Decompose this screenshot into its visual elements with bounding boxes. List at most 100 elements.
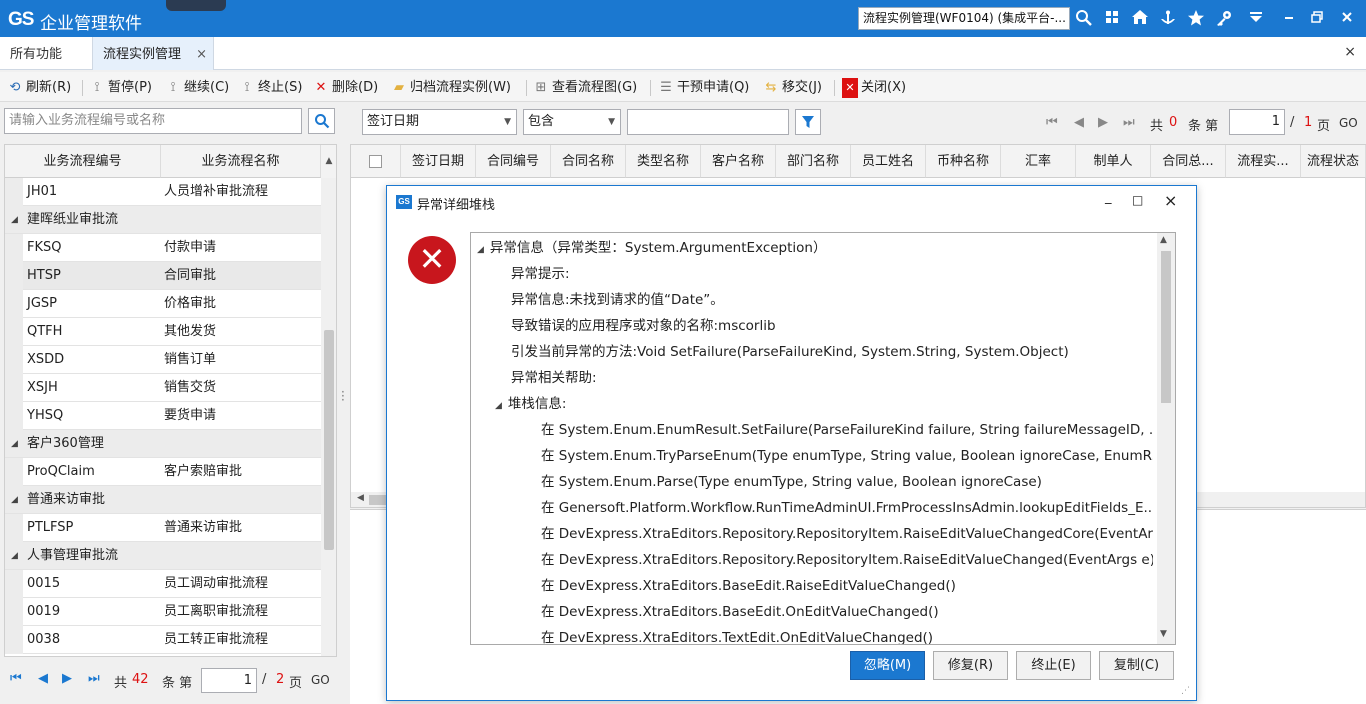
exception-line[interactable]: 在 System.Enum.TryParseEnum(Type enumType…	[541, 443, 1153, 469]
table-row[interactable]: 0019 员工离职审批流程	[5, 598, 321, 626]
archive-button[interactable]: ▰ 归档流程实例(W)	[391, 78, 511, 98]
terminate-button[interactable]: 终止(E)	[1016, 651, 1091, 680]
tab-all-functions[interactable]: 所有功能	[0, 37, 72, 70]
filter-button[interactable]	[795, 109, 821, 135]
collapse-triangle-icon[interactable]: ◢	[11, 542, 18, 570]
stop-button[interactable]: ⟟ 终止(S)	[239, 78, 303, 98]
left-page-input[interactable]: 1	[201, 668, 257, 693]
dialog-maximize-icon[interactable]: □	[1132, 193, 1143, 207]
column-header[interactable]: 流程状态	[1301, 145, 1366, 178]
next-page-icon[interactable]: ▶	[1098, 115, 1108, 130]
expand-triangle-icon[interactable]: ◢	[495, 401, 502, 411]
table-row[interactable]: PTLFSP 普通来访审批	[5, 514, 321, 542]
exception-line[interactable]: ◢ 异常信息（异常类型：System.ArgumentException）	[477, 235, 1153, 261]
column-header[interactable]: 币种名称	[926, 145, 1001, 178]
group-row[interactable]: ◢ 建晖纸业审批流	[5, 206, 321, 234]
delete-button[interactable]: ✕ 删除(D)	[313, 78, 379, 98]
prev-page-icon[interactable]: ◀	[38, 671, 48, 686]
column-header[interactable]: 客户名称	[701, 145, 776, 178]
scrollbar-thumb[interactable]	[1161, 251, 1171, 403]
exception-line[interactable]: 在 DevExpress.XtraEditors.Repository.Repo…	[541, 521, 1153, 547]
exception-line[interactable]: 在 System.Enum.EnumResult.SetFailure(Pars…	[541, 417, 1153, 443]
last-page-icon[interactable]: ⏭	[88, 671, 100, 686]
close-button[interactable]: ✕ 关闭(X)	[842, 78, 906, 98]
filter-value-input[interactable]	[627, 109, 789, 135]
resume-button[interactable]: ⟟ 继续(C)	[165, 78, 230, 98]
scroll-left-icon[interactable]: ◀	[357, 493, 364, 503]
repair-button[interactable]: 修复(R)	[933, 651, 1008, 680]
select-all-checkbox[interactable]	[369, 155, 382, 168]
menu-down-icon[interactable]	[1245, 9, 1267, 29]
exception-line[interactable]: ◢ 堆栈信息:	[495, 391, 1137, 417]
tab-process-instance-management[interactable]: 流程实例管理 ×	[92, 37, 214, 70]
table-row[interactable]: YHSQ 要货申请	[5, 402, 321, 430]
scrollbar-thumb[interactable]	[324, 330, 334, 550]
resize-grip-icon[interactable]: ⋰	[1181, 686, 1190, 696]
copy-button[interactable]: 复制(C)	[1099, 651, 1174, 680]
collapse-triangle-icon[interactable]: ◢	[11, 486, 18, 514]
column-header[interactable]: 部门名称	[776, 145, 851, 178]
transfer-button[interactable]: ⇆ 移交(J)	[763, 78, 822, 98]
column-header[interactable]: 合同总...	[1151, 145, 1226, 178]
collapse-triangle-icon[interactable]: ◢	[11, 430, 18, 458]
collapse-triangle-icon[interactable]: ◢	[11, 206, 18, 234]
column-header[interactable]: 类型名称	[626, 145, 701, 178]
tab-close-icon[interactable]: ×	[196, 37, 207, 73]
column-header-process-name[interactable]: 业务流程名称	[161, 145, 321, 178]
star-icon[interactable]	[1185, 9, 1207, 29]
column-header-process-code[interactable]: 业务流程编号	[5, 145, 161, 178]
dialog-close-icon[interactable]: ×	[1164, 191, 1177, 210]
exception-line[interactable]: 在 System.Enum.Parse(Type enumType, Strin…	[541, 469, 1153, 495]
column-header[interactable]: 签订日期	[401, 145, 476, 178]
table-row[interactable]: XSDD 销售订单	[5, 346, 321, 374]
scroll-down-icon[interactable]: ▼	[1160, 629, 1167, 639]
scroll-up-icon[interactable]: ▲	[1160, 235, 1167, 245]
column-header[interactable]: 流程实...	[1226, 145, 1301, 178]
filter-operator-select[interactable]: 包含 ▼	[523, 109, 621, 135]
process-search-input[interactable]: 请输入业务流程编号或名称	[4, 108, 302, 134]
table-row[interactable]: XSJH 销售交货	[5, 374, 321, 402]
exception-line[interactable]: 异常相关帮助:	[511, 365, 1153, 391]
anchor-icon[interactable]	[1157, 9, 1179, 29]
dialog-minimize-icon[interactable]: _	[1105, 190, 1112, 205]
refresh-button[interactable]: ⟲ 刷新(R)	[7, 78, 72, 98]
group-row[interactable]: ◢ 客户360管理	[5, 430, 321, 458]
splitter-handle[interactable]: · · ·	[341, 386, 345, 406]
exception-line[interactable]: 在 DevExpress.XtraEditors.BaseEdit.RaiseE…	[541, 573, 1153, 599]
exception-line[interactable]: 在 DevExpress.XtraEditors.BaseEdit.OnEdit…	[541, 599, 1153, 625]
grid-icon[interactable]	[1101, 9, 1123, 29]
table-row[interactable]: ProQClaim 客户索赔审批	[5, 458, 321, 486]
restore-icon[interactable]	[1306, 9, 1328, 29]
home-icon[interactable]	[1129, 9, 1151, 29]
close-icon[interactable]	[1336, 9, 1358, 29]
dialog-title-bar[interactable]: GS 异常详细堆栈 _ □ ×	[387, 186, 1196, 218]
column-header[interactable]: 合同名称	[551, 145, 626, 178]
next-page-icon[interactable]: ▶	[62, 671, 72, 686]
exception-line[interactable]: 引发当前异常的方法:Void SetFailure(ParseFailureKi…	[511, 339, 1153, 365]
drag-handle[interactable]	[166, 0, 226, 11]
view-chart-button[interactable]: ⊞ 查看流程图(G)	[533, 78, 638, 98]
group-row[interactable]: ◢ 普通来访审批	[5, 486, 321, 514]
table-row[interactable]: JH01 人员增补审批流程	[5, 178, 321, 206]
exception-line[interactable]: 在 DevExpress.XtraEditors.TextEdit.OnEdit…	[541, 625, 1153, 644]
filter-field-select[interactable]: 签订日期 ▼	[362, 109, 517, 135]
column-header[interactable]: 制单人	[1076, 145, 1151, 178]
group-row[interactable]: ◢ 人事管理审批流	[5, 542, 321, 570]
go-button[interactable]: GO	[311, 673, 330, 687]
column-header[interactable]: 员工姓名	[851, 145, 926, 178]
exception-line[interactable]: 在 DevExpress.XtraEditors.Repository.Repo…	[541, 547, 1153, 573]
right-page-input[interactable]: 1	[1229, 109, 1285, 135]
table-row[interactable]: FKSQ 付款申请	[5, 234, 321, 262]
scrollbar-thumb[interactable]	[369, 495, 387, 505]
table-row[interactable]: QTFH 其他发货	[5, 318, 321, 346]
function-search-input[interactable]: 流程实例管理(WF0104) (集成平台-...	[858, 7, 1070, 30]
table-row[interactable]: JGSP 价格审批	[5, 290, 321, 318]
minimize-icon[interactable]	[1278, 9, 1300, 29]
exception-line[interactable]: 异常提示:	[511, 261, 1153, 287]
go-button[interactable]: GO	[1339, 116, 1358, 130]
expand-triangle-icon[interactable]: ◢	[477, 245, 484, 255]
pause-button[interactable]: ⟟ 暂停(P)	[89, 78, 152, 98]
column-header[interactable]: 合同编号	[476, 145, 551, 178]
search-button[interactable]	[308, 108, 335, 134]
scroll-up-icon[interactable]: ▲	[321, 145, 336, 178]
